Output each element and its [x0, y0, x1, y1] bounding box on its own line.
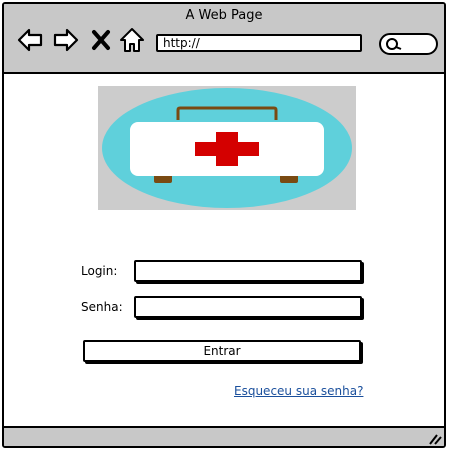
login-input[interactable] [134, 260, 362, 282]
resize-grip-icon[interactable] [428, 431, 442, 445]
address-bar[interactable]: http:// [156, 34, 362, 52]
search-box[interactable] [379, 33, 438, 55]
title-bar: A Web Page http:// [4, 4, 444, 74]
back-icon[interactable] [16, 26, 44, 54]
forward-icon[interactable] [52, 26, 80, 54]
password-input[interactable] [134, 296, 362, 318]
password-label: Senha: [81, 300, 123, 314]
login-label: Login: [81, 264, 118, 278]
search-icon [386, 38, 402, 50]
home-icon[interactable] [118, 26, 146, 54]
status-bar [4, 426, 444, 446]
address-text: http:// [163, 36, 200, 50]
browser-window: A Web Page http:// Login: Senha: Entrar … [2, 2, 446, 448]
forgot-password-link[interactable]: Esqueceu sua senha? [234, 384, 363, 398]
first-aid-kit-icon [102, 88, 352, 208]
page-content: Login: Senha: Entrar Esqueceu sua senha? [4, 74, 444, 426]
window-title: A Web Page [185, 8, 263, 23]
logo-image [98, 86, 356, 210]
submit-button[interactable]: Entrar [83, 340, 361, 362]
stop-icon[interactable] [90, 26, 112, 54]
